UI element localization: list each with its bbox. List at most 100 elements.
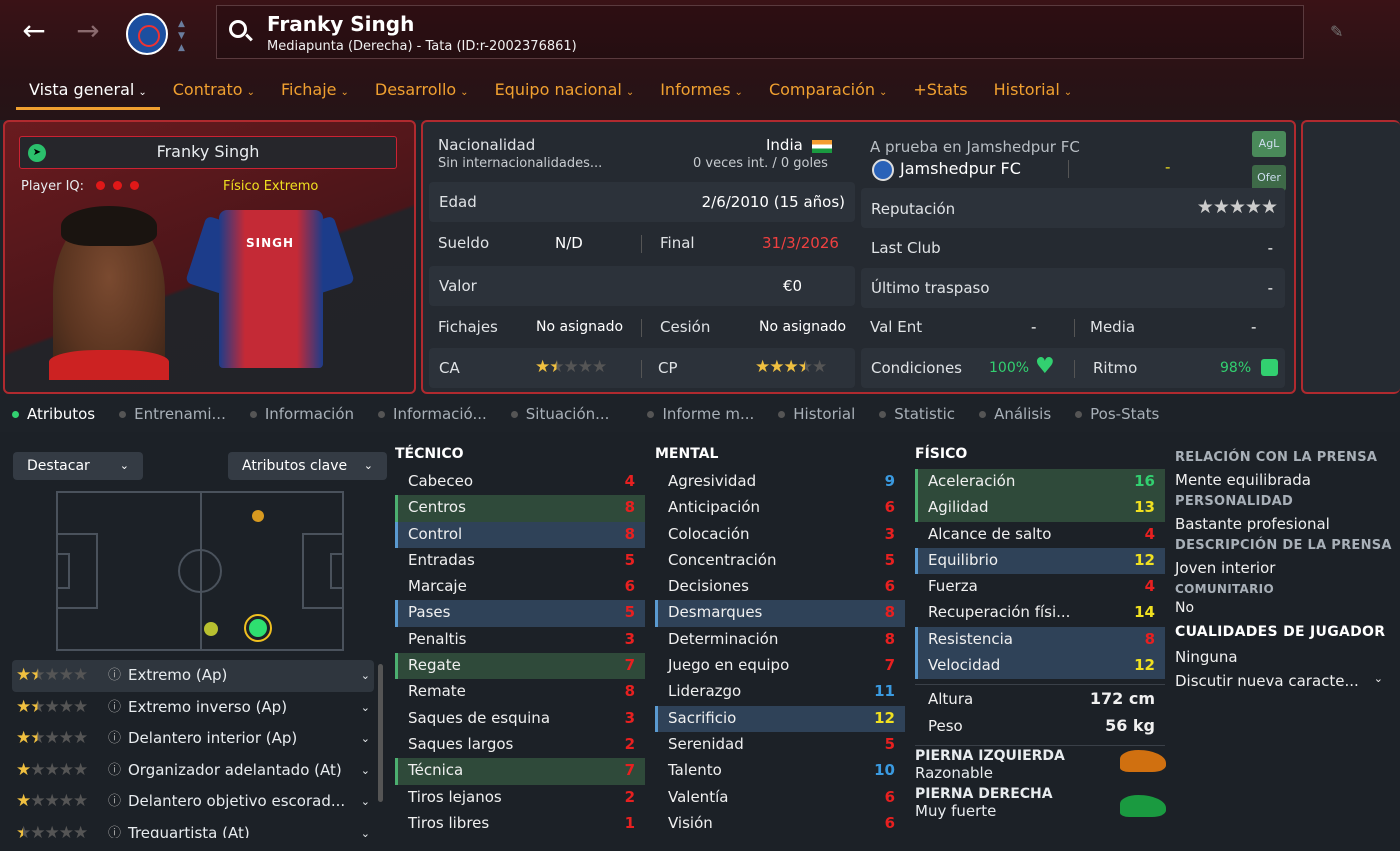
attribute-row[interactable]: Anticipación 6 — [655, 495, 905, 521]
attribute-row[interactable]: Saques de esquina 3 — [395, 706, 645, 732]
club-name[interactable]: Jamshedpur FC — [900, 159, 1021, 178]
attribute-row[interactable]: Regate 7 — [395, 653, 645, 680]
attribute-row[interactable]: Concentración 5 — [655, 548, 905, 574]
attribute-value: 8 — [1144, 629, 1155, 648]
chevron-down-icon[interactable]: ⌄ — [361, 692, 370, 723]
chevron-down-icon[interactable]: ⌄ — [361, 818, 370, 838]
attribute-row[interactable]: Penaltis 3 — [395, 627, 645, 653]
chevron-down-icon[interactable]: ⌄ — [361, 755, 370, 786]
role-item[interactable]: ★★★★★ ⓘ Extremo (Ap) ⌄ — [12, 660, 374, 692]
info-icon[interactable]: ⓘ — [108, 786, 121, 817]
attribute-row[interactable]: Cabeceo 4 — [395, 469, 645, 495]
subtab-informe-medico[interactable]: Informe m... — [621, 400, 766, 430]
info-icon[interactable]: ⓘ — [108, 755, 121, 786]
tab-stats[interactable]: +Stats — [900, 78, 980, 110]
attribute-row[interactable]: Desmarques 8 — [655, 600, 905, 627]
attribute-row[interactable]: Juego en equipo 7 — [655, 653, 905, 679]
tab-equipo-nacional[interactable]: Equipo nacional ⌄ — [482, 78, 648, 110]
chevron-down-icon[interactable]: ⌄ — [361, 723, 370, 754]
chevron-down-icon[interactable]: ⌄ — [361, 660, 370, 691]
attribute-row[interactable]: Sacrificio 12 — [655, 705, 905, 732]
attribute-row[interactable]: Liderazgo 11 — [655, 679, 905, 705]
attribute-name: Centros — [408, 498, 466, 517]
club-logo[interactable] — [126, 13, 168, 55]
attribute-row[interactable]: Técnica 7 — [395, 758, 645, 785]
attribute-row[interactable]: Remate 8 — [395, 679, 645, 705]
search-icon — [229, 20, 247, 38]
forward-arrow-icon[interactable]: → — [72, 16, 104, 48]
subtab-analisis[interactable]: Análisis — [967, 400, 1063, 430]
info-icon[interactable]: ⓘ — [108, 818, 121, 838]
attribute-row[interactable]: Talento 10 — [655, 758, 905, 784]
loan-label: Cesión — [660, 318, 711, 336]
subtab-pos-stats[interactable]: Pos-Stats — [1063, 400, 1171, 430]
attribute-row[interactable]: Visión 6 — [655, 811, 905, 837]
attribute-row[interactable]: Saques largos 2 — [395, 732, 645, 758]
role-item[interactable]: ★★★★★ ⓘ Trequartista (At) ⌄ — [12, 818, 374, 838]
role-item[interactable]: ★★★★★ ⓘ Delantero objetivo escorad... ⌄ — [12, 786, 374, 818]
subtab-atributos[interactable]: Atributos — [0, 400, 107, 430]
subtab-entrenamiento[interactable]: Entrenami... — [107, 400, 238, 430]
attribute-row[interactable]: Tiros lejanos 2 — [395, 785, 645, 811]
role-list-scrollbar[interactable] — [378, 664, 383, 802]
highlight-dropdown[interactable]: Destacar ⌄ — [13, 452, 143, 480]
main-tabs: Vista general ⌄ Contrato ⌄ Fichaje ⌄ Desarr… — [16, 78, 1085, 110]
attribute-row[interactable]: Fuerza 4 — [915, 574, 1165, 600]
tab-fichaje[interactable]: Fichaje ⌄ — [268, 78, 362, 110]
pencil-icon[interactable]: ✎ — [1330, 22, 1348, 41]
attribute-name: Decisiones — [668, 577, 749, 596]
attribute-row[interactable]: Control 8 — [395, 521, 645, 548]
tab-desarrollo[interactable]: Desarrollo ⌄ — [362, 78, 482, 110]
attribute-row[interactable]: Colocación 3 — [655, 522, 905, 548]
attribute-value: 8 — [624, 524, 635, 543]
attribute-row[interactable]: Velocidad 12 — [915, 653, 1165, 680]
attribute-row[interactable]: Determinación 8 — [655, 627, 905, 653]
subtab-historial[interactable]: Historial — [766, 400, 867, 430]
attribute-row[interactable]: Decisiones 6 — [655, 574, 905, 600]
attribute-row[interactable]: Pases 5 — [395, 600, 645, 627]
attribute-row[interactable]: Equilibrio 12 — [915, 547, 1165, 575]
attribute-row[interactable]: Agilidad 13 — [915, 495, 1165, 522]
tab-contrato[interactable]: Contrato ⌄ — [160, 78, 268, 110]
role-item[interactable]: ★★★★★ ⓘ Delantero interior (Ap) ⌄ — [12, 723, 374, 755]
subtab-informacion[interactable]: Información — [238, 400, 366, 430]
attribute-row[interactable]: Tiros libres 1 — [395, 811, 645, 837]
attribute-row[interactable]: Resistencia 8 — [915, 626, 1165, 654]
subtab-situacion[interactable]: Situación... — [499, 400, 622, 430]
attribute-name: Visión — [668, 813, 713, 832]
tab-informes[interactable]: Informes ⌄ — [647, 78, 756, 110]
attribute-name: Cabeceo — [408, 472, 474, 490]
attribute-row[interactable]: Serenidad 5 — [655, 732, 905, 758]
attribute-name: Pases — [408, 603, 451, 622]
age-value: 2/6/2010 (15 años) — [701, 193, 845, 211]
attribute-row[interactable]: Agresividad 9 — [655, 469, 905, 495]
last-transfer-label: Último traspaso — [871, 279, 990, 297]
attribute-name: Resistencia — [928, 629, 1013, 648]
role-item[interactable]: ★★★★★ ⓘ Organizador adelantado (At) ⌄ — [12, 755, 374, 787]
tab-comparacion[interactable]: Comparación ⌄ — [756, 78, 900, 110]
club-switch-arrows-icon[interactable]: ▲ ▼ ▲ — [178, 18, 185, 54]
info-icon[interactable]: ⓘ — [108, 692, 121, 723]
tab-vista-general[interactable]: Vista general ⌄ — [16, 78, 160, 110]
attribute-row[interactable]: Centros 8 — [395, 495, 645, 522]
info-icon[interactable]: ⓘ — [108, 723, 121, 754]
info-icon[interactable]: ⓘ — [108, 660, 121, 691]
attribute-row[interactable]: Recuperación físi... 14 — [915, 600, 1165, 626]
discuss-trait-dropdown[interactable]: Discutir nueva caracte... ⌄ — [1175, 672, 1395, 690]
key-attributes-dropdown[interactable]: Atributos clave ⌄ — [228, 452, 387, 480]
last-club-row: Last Club - — [861, 228, 1285, 268]
chevron-down-icon[interactable]: ⌄ — [361, 786, 370, 817]
role-item[interactable]: ★★★★★ ⓘ Extremo inverso (Ap) ⌄ — [12, 692, 374, 724]
attribute-row[interactable]: Aceleración 16 — [915, 469, 1165, 496]
attribute-row[interactable]: Entradas 5 — [395, 548, 645, 574]
shirt-name: SINGH — [245, 236, 295, 250]
tab-historial[interactable]: Historial ⌄ — [981, 78, 1086, 110]
subtab-informacion-2[interactable]: Informació... — [366, 400, 499, 430]
attribute-row[interactable]: Valentía 6 — [655, 785, 905, 811]
back-arrow-icon[interactable]: ← — [18, 16, 50, 48]
attribute-row[interactable]: Alcance de salto 4 — [915, 522, 1165, 548]
subtab-statistic[interactable]: Statistic — [867, 400, 967, 430]
attribute-row[interactable]: Marcaje 6 — [395, 574, 645, 600]
agl-button[interactable]: AgL — [1252, 131, 1286, 157]
search-box[interactable]: Franky Singh Mediapunta (Derecha) - Tata… — [216, 5, 1304, 59]
